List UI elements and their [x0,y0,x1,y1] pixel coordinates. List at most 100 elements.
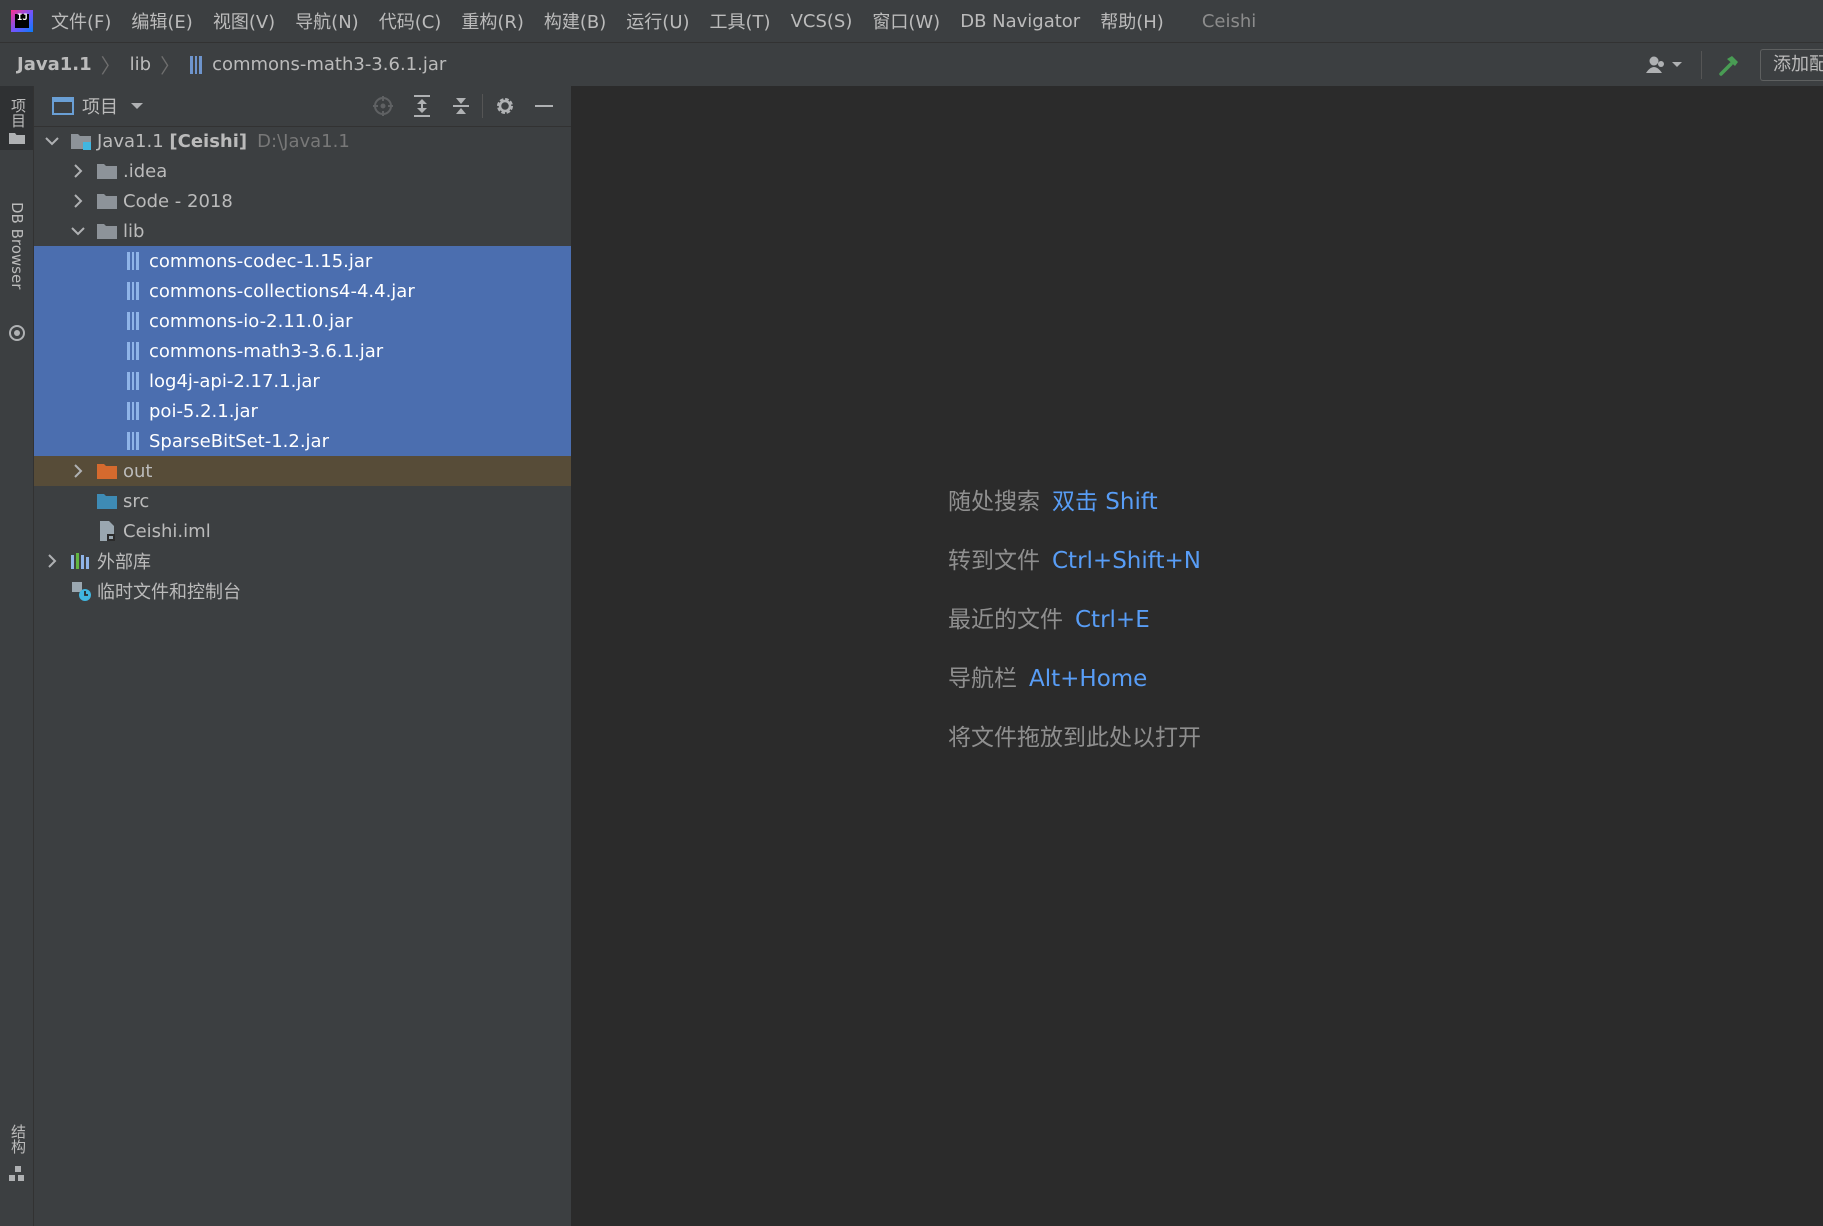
jar-icon [122,400,144,422]
project-tree: Java1.1 [Ceishi] D:\Java1.1 .idea Code -… [34,126,571,606]
tree-node-iml[interactable]: Ceishi.iml [34,516,571,546]
menu-view[interactable]: 视图(V) [213,8,275,34]
window-project-title: Ceishi [1201,10,1257,32]
tree-label: 外部库 [97,552,151,573]
breadcrumb-lib[interactable]: lib [130,54,151,75]
menu-db-navigator[interactable]: DB Navigator [960,11,1080,32]
project-tool-tab[interactable]: 项目 [0,86,33,150]
hint-label: 最近的文件 [948,607,1063,633]
scratches-icon [70,580,92,602]
hide-panel-button[interactable] [524,86,563,126]
tree-node-scratches[interactable]: 临时文件和控制台 [34,576,571,606]
folder-icon [96,220,118,242]
root-project-name: Java1.1 [97,130,164,152]
chevron-right-icon[interactable] [70,156,86,186]
editor-area[interactable]: 随处搜索 双击 Shift 转到文件 Ctrl+Shift+N 最近的文件 Ctrl+… [573,86,1823,1226]
tree-node-jar[interactable]: commons-io-2.11.0.jar [34,306,571,336]
project-panel-header: 项目 [34,86,571,127]
tree-node-code[interactable]: Code - 2018 [34,186,571,216]
menu-tools[interactable]: 工具(T) [710,8,771,34]
tree-node-jar[interactable]: commons-math3-3.6.1.jar [34,336,571,366]
tree-node-jar[interactable]: poi-5.2.1.jar [34,396,571,426]
tree-node-jar[interactable]: commons-collections4-4.4.jar [34,276,571,306]
db-browser-tab-label: DB Browser [8,202,26,290]
tree-node-jar[interactable]: SparseBitSet-1.2.jar [34,426,571,456]
account-button[interactable] [1646,55,1683,75]
menu-help[interactable]: 帮助(H) [1100,8,1164,34]
hint-goto-file: 转到文件 Ctrl+Shift+N [948,541,1201,600]
breadcrumb-jar[interactable]: commons-math3-3.6.1.jar [212,54,446,75]
breadcrumb: Java1.1 〉 lib 〉 commons-math3-3.6.1.jar … [0,42,1823,87]
expand-all-icon [413,95,430,117]
tree-label: out [123,460,153,482]
tree-label: .idea [123,160,168,182]
root-module-name: [Ceishi] [169,130,248,152]
structure-tool-tab[interactable]: 结构 [0,1124,33,1192]
database-icon [9,325,25,341]
chevron-right-icon[interactable] [44,546,60,576]
chevron-down-icon[interactable] [44,126,60,156]
menu-run[interactable]: 运行(U) [626,8,689,34]
menu-window[interactable]: 窗口(W) [872,8,940,34]
tree-node-jar[interactable]: log4j-api-2.17.1.jar [34,366,571,396]
gear-icon [496,98,513,114]
project-panel-title[interactable]: 项目 [82,93,118,119]
hint-drop-files: 将文件拖放到此处以打开 [948,718,1201,777]
excluded-folder-icon [96,460,118,482]
folder-icon [9,133,25,144]
hint-label: 转到文件 [948,548,1040,574]
menu-file[interactable]: 文件(F) [51,8,111,34]
menu-navigate[interactable]: 导航(N) [295,8,359,34]
tree-node-lib[interactable]: lib [34,216,571,246]
menu-vcs[interactable]: VCS(S) [791,11,853,32]
chevron-down-icon [1672,61,1682,67]
chevron-right-icon[interactable] [70,186,86,216]
menu-refactor[interactable]: 重构(R) [461,8,524,34]
tree-node-jar[interactable]: commons-codec-1.15.jar [34,246,571,276]
view-dropdown-icon[interactable] [130,102,144,110]
chevron-down-icon[interactable] [70,216,86,246]
menu-build[interactable]: 构建(B) [544,8,606,34]
hint-shortcut: Ctrl+E [1075,607,1150,633]
tree-label: src [123,490,150,512]
folder-icon [96,190,118,212]
collapse-all-button[interactable] [441,86,480,126]
jar-icon [122,340,144,362]
menu-code[interactable]: 代码(C) [379,8,442,34]
jar-icon [122,430,144,452]
hint-shortcut: Ctrl+Shift+N [1052,548,1201,574]
menu-edit[interactable]: 编辑(E) [131,8,192,34]
structure-tab-label: 结构 [9,1124,27,1154]
tree-label: Code - 2018 [123,190,233,212]
jar-icon [190,55,203,74]
hint-navigation-bar: 导航栏 Alt+Home [948,659,1201,718]
project-tool-tab-label: 项目 [9,98,27,128]
db-browser-tool-tab[interactable]: DB Browser [0,198,33,348]
tree-label: 临时文件和控制台 [97,582,241,603]
tree-node-external-libraries[interactable]: 外部库 [34,546,571,576]
tree-node-out[interactable]: out [34,456,571,486]
hint-recent-files: 最近的文件 Ctrl+E [948,600,1201,659]
project-panel: 项目 Java1.1 [Ceishi] D:\Java1.1 .idea Cod… [34,86,573,1226]
tree-node-src[interactable]: src [34,486,571,516]
add-configuration-button[interactable]: 添加配置... [1760,48,1823,81]
tree-label: commons-codec-1.15.jar [149,250,373,272]
expand-all-button[interactable] [402,86,441,126]
breadcrumb-project[interactable]: Java1.1 [17,54,92,75]
root-path: D:\Java1.1 [257,130,350,152]
tree-label: commons-io-2.11.0.jar [149,310,353,332]
select-opened-file-button[interactable] [363,86,402,126]
folder-icon [96,160,118,182]
chevron-right-icon[interactable] [70,456,86,486]
source-folder-icon [96,490,118,512]
breadcrumb-separator-icon: 〉 [100,54,121,78]
module-file-icon [96,520,118,542]
tree-node-idea[interactable]: .idea [34,156,571,186]
build-hammer-icon[interactable] [1718,54,1740,76]
menu-bar: IJ 文件(F) 编辑(E) 视图(V) 导航(N) 代码(C) 重构(R) 构… [0,0,1823,42]
project-view-icon [52,97,74,115]
collapse-all-icon [452,98,469,114]
breadcrumb-separator-icon: 〉 [160,54,181,78]
tree-node-root[interactable]: Java1.1 [Ceishi] D:\Java1.1 [34,126,571,156]
panel-settings-button[interactable] [485,86,524,126]
